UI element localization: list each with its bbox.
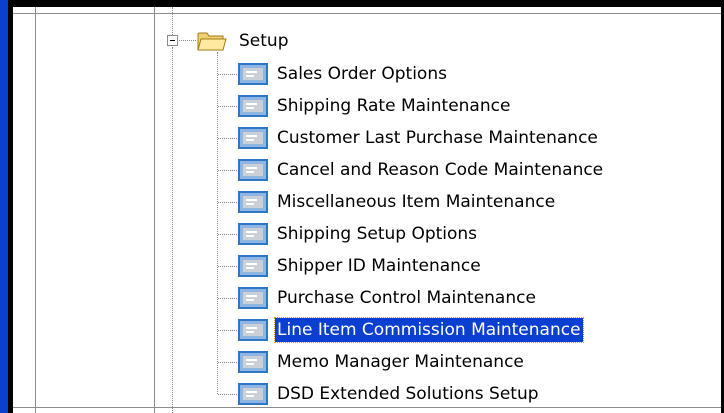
tree-item[interactable]: Shipper ID Maintenance [235, 252, 655, 280]
form-window-icon [238, 63, 268, 85]
tree-connector [217, 52, 218, 394]
window-top-border [0, 0, 724, 7]
tree-item[interactable]: Cancel and Reason Code Maintenance [235, 156, 655, 184]
tree-gridline [35, 7, 36, 413]
tree-connector [179, 40, 196, 41]
form-window-icon [238, 255, 268, 277]
tree-item-label[interactable]: Cancel and Reason Code Maintenance [275, 158, 605, 182]
tree-gridline [154, 7, 155, 413]
tree-item-label[interactable]: Customer Last Purchase Maintenance [275, 126, 600, 150]
folder-open-icon [197, 32, 227, 51]
tree-connector [172, 7, 173, 35]
form-window-icon [238, 319, 268, 341]
tree-item-label[interactable]: DSD Extended Solutions Setup [275, 382, 541, 406]
tree-item-label[interactable]: Purchase Control Maintenance [275, 286, 538, 310]
tree-item[interactable]: Shipping Rate Maintenance [235, 92, 655, 120]
form-window-icon [238, 223, 268, 245]
form-window-icon [238, 351, 268, 373]
tree-item-label[interactable]: Shipping Setup Options [275, 222, 479, 246]
window-left-border [0, 0, 8, 413]
tree-item[interactable]: Shipping Setup Options [235, 220, 655, 248]
tree-connector [172, 47, 173, 413]
tree-item[interactable]: DSD Extended Solutions Setup [235, 380, 655, 408]
form-window-icon [238, 383, 268, 405]
tree-item-label[interactable]: Memo Manager Maintenance [275, 350, 526, 374]
form-window-icon [238, 191, 268, 213]
tree-item-label[interactable]: Line Item Commission Maintenance [274, 317, 584, 343]
tree-item[interactable]: Customer Last Purchase Maintenance [235, 124, 655, 152]
tree-item-label[interactable]: Miscellaneous Item Maintenance [275, 190, 557, 214]
tree-item[interactable]: Purchase Control Maintenance [235, 284, 655, 312]
tree-header-divider [13, 13, 721, 14]
tree-item[interactable]: Memo Manager Maintenance [235, 348, 655, 376]
form-window-icon [238, 95, 268, 117]
tree-item-label[interactable]: Sales Order Options [275, 62, 449, 86]
folder-label-setup[interactable]: Setup [239, 29, 288, 53]
tree-item[interactable]: Line Item Commission Maintenance [235, 316, 655, 344]
tree-item-label[interactable]: Shipping Rate Maintenance [275, 94, 512, 118]
form-window-icon [238, 127, 268, 149]
form-window-icon [238, 159, 268, 181]
collapse-toggle[interactable] [167, 35, 178, 46]
tree-item-label[interactable]: Shipper ID Maintenance [275, 254, 483, 278]
form-window-icon [238, 287, 268, 309]
tree-item[interactable]: Miscellaneous Item Maintenance [235, 188, 655, 216]
tree-item[interactable]: Sales Order Options [235, 60, 655, 88]
